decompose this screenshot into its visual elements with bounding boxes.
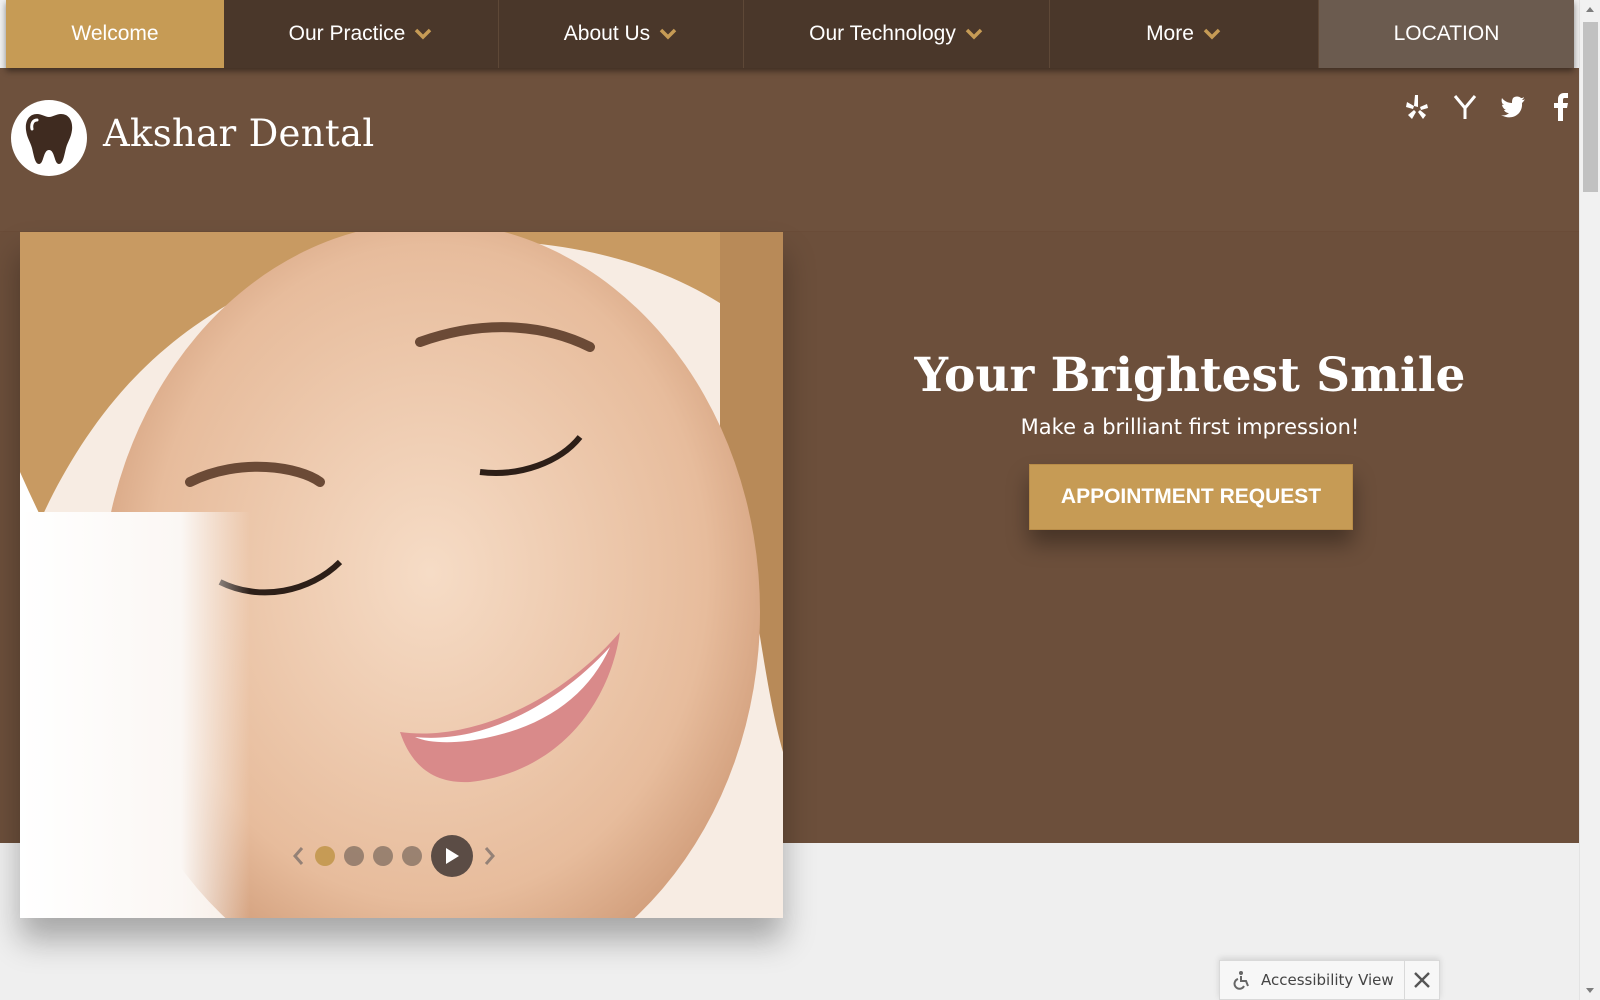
nav-item-about-us[interactable]: About Us [499,0,744,68]
chevron-down-icon [1203,28,1221,40]
nav-item-more[interactable]: More [1050,0,1319,68]
tooth-icon [25,114,73,164]
logo-link[interactable] [11,100,87,176]
nav-item-our-practice[interactable]: Our Practice [224,0,499,68]
appointment-request-button[interactable]: APPOINTMENT REQUEST [1029,464,1353,530]
main-nav: Welcome Our Practice About Us Our Techno… [6,0,1574,68]
slider-dot[interactable] [315,846,335,866]
smiling-woman-photo [20,232,783,918]
brand-name: Akshar Dental [103,112,375,155]
play-icon[interactable] [431,835,473,877]
slider-prev-icon[interactable] [290,844,306,868]
slider-dot[interactable] [373,846,393,866]
accessibility-view-button[interactable]: Accessibility View [1220,961,1405,999]
header-band: Akshar Dental [0,68,1579,232]
slider-next-icon[interactable] [482,844,498,868]
hero-subtitle: Make a brilliant first impression! [1020,415,1360,439]
page-scrollbar[interactable] [1579,0,1600,1000]
nav-item-label: Welcome [71,22,159,45]
hero-title: Your Brightest Smile [914,348,1466,403]
scroll-up-icon[interactable] [1586,7,1594,12]
photo-background [20,512,250,918]
nav-item-label: Our Technology [809,22,956,45]
nav-item-label: More [1146,22,1194,45]
nav-item-label: Our Practice [288,22,406,45]
twitter-icon[interactable] [1498,92,1528,122]
nav-item-label: About Us [563,22,651,45]
accessibility-bar: Accessibility View [1219,960,1440,1000]
slider-controls [290,834,498,878]
chevron-down-icon [965,28,983,40]
yahoo-icon[interactable] [1450,92,1480,122]
accessibility-view-label: Accessibility View [1261,971,1394,989]
nav-item-our-technology[interactable]: Our Technology [744,0,1050,68]
slider-dot[interactable] [344,846,364,866]
facebook-icon[interactable] [1546,92,1576,122]
location-label: LOCATION [1393,22,1500,45]
chevron-down-icon [659,28,677,40]
chevron-down-icon [415,28,432,40]
scrollbar-thumb[interactable] [1583,22,1598,192]
wheelchair-icon [1233,971,1249,990]
close-icon[interactable] [1405,961,1439,999]
location-button[interactable]: LOCATION [1319,0,1574,68]
yelp-icon[interactable] [1402,92,1432,122]
slider-dot[interactable] [402,846,422,866]
nav-item-welcome[interactable]: Welcome [6,0,224,68]
scroll-down-icon[interactable] [1586,988,1594,993]
